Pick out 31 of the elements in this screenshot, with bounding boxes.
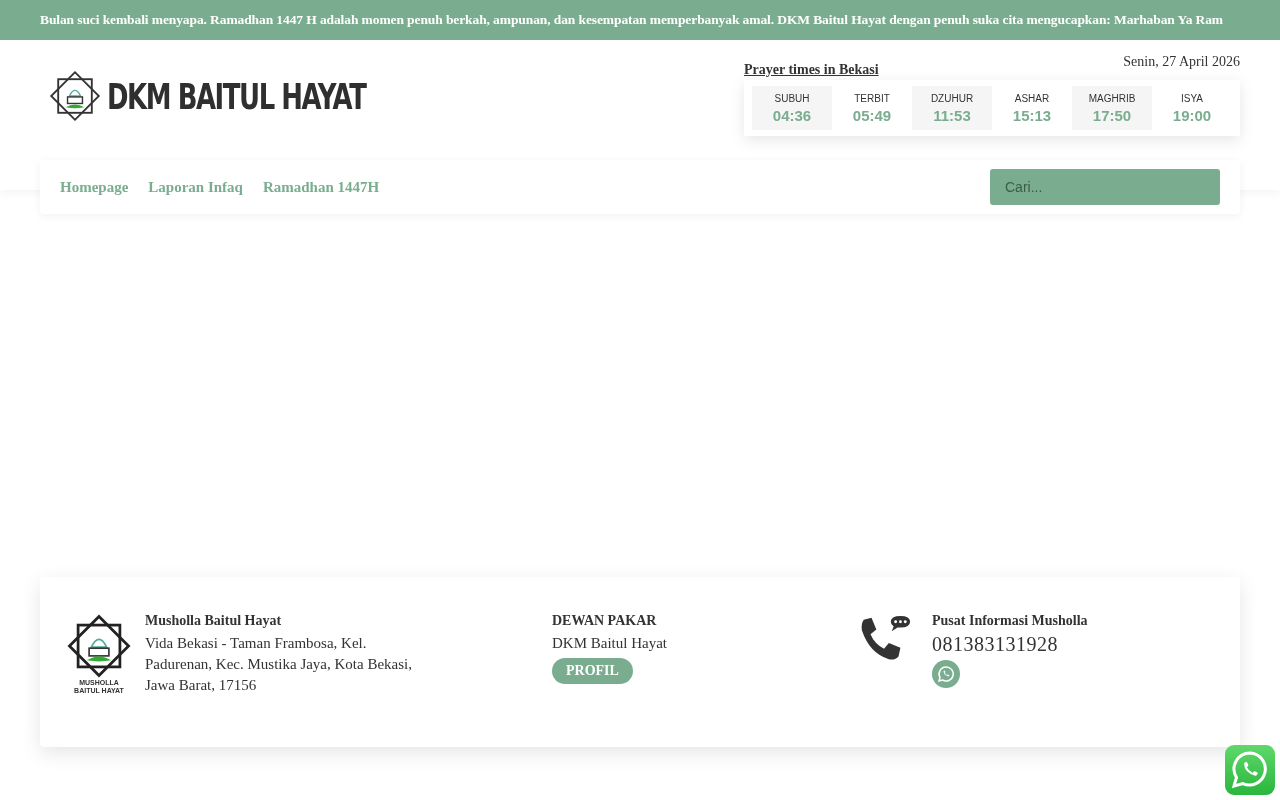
footer-heading: Pusat Informasi Musholla: [932, 613, 1088, 629]
prayer-name: ASHAR: [1014, 92, 1050, 104]
nav-link[interactable]: Homepage: [60, 178, 129, 196]
prayer-time: 11:53: [933, 106, 971, 124]
search-field[interactable]: Cari...: [990, 169, 1220, 205]
whatsapp-chat-button[interactable]: [1225, 745, 1275, 795]
star-emblem-icon: [47, 68, 103, 124]
nav-link[interactable]: Laporan Infaq: [148, 178, 243, 196]
announcement-text: Bulan suci kembali menyapa. Ramadhan 1447 H adalah momen penuh berkah, ampunan, dan kesempatan memperbanyak amal. DKM Baitul Hayat dengan penuh suka cita mengucapkan: Marhaban Ya Ram: [40, 12, 1223, 28]
prayer-time: 05:49: [852, 106, 892, 124]
whatsapp-icon[interactable]: [932, 660, 960, 688]
board-name: DKM Baitul Hayat: [552, 635, 667, 652]
prayer-name: TERBIT: [854, 92, 890, 104]
prayer-time: 19:00: [1172, 106, 1212, 124]
profile-button[interactable]: PROFIL: [552, 658, 633, 684]
prayer-times-link[interactable]: Prayer times in Bekasi: [744, 62, 879, 78]
address-text: Vida Bekasi - Taman Frambosa, Kel. Padurenan, Kec. Mustika Jaya, Kota Bekasi, Jawa Barat, 17156: [145, 634, 413, 695]
current-date: Senin, 27 April 2026: [1123, 54, 1240, 70]
footer-heading: DEWAN PAKAR: [552, 613, 657, 629]
prayer-name: MAGHRIB: [1088, 92, 1136, 104]
prayer-time: 04:36: [772, 106, 812, 124]
phone-number: 081383131928: [932, 633, 1058, 656]
site-logo-text[interactable]: DKM BAITUL HAYAT: [107, 75, 366, 117]
star-emblem-icon: [66, 613, 132, 679]
prayer-name: SUBUH: [774, 92, 810, 104]
footer-heading: Musholla Baitul Hayat: [145, 613, 282, 629]
nav-link[interactable]: Ramadhan 1447H: [262, 178, 380, 196]
prayer-time: 15:13: [1012, 106, 1052, 124]
prayer-time: 17:50: [1092, 106, 1132, 124]
prayer-name: DZUHUR: [930, 92, 974, 104]
prayer-name: ISYA: [1180, 92, 1203, 104]
